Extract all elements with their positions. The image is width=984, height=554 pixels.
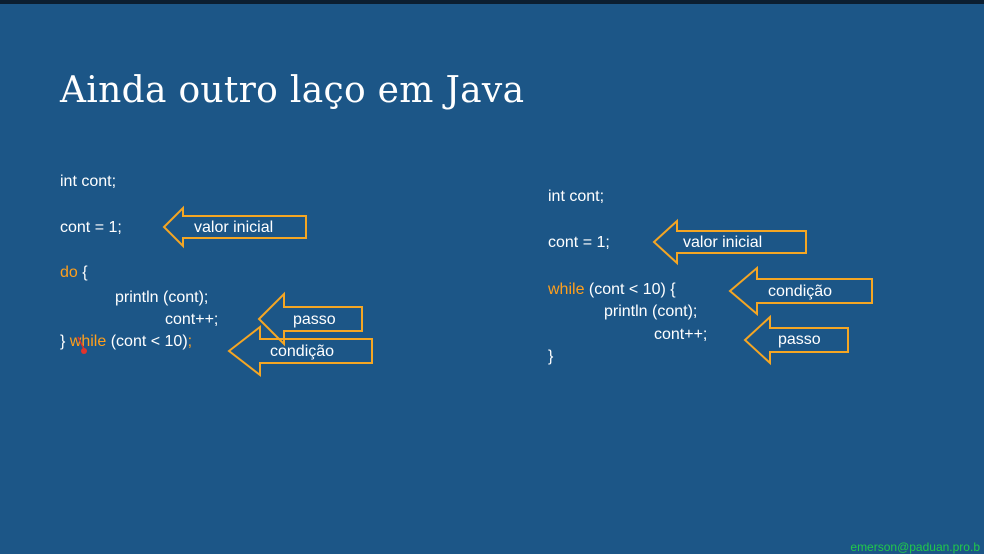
code-semicolon: ;: [187, 333, 193, 350]
slide-title: Ainda outro laço em Java: [60, 70, 525, 111]
callout-label: valor inicial: [683, 234, 763, 251]
condition-expression: (cont < 10) {: [584, 281, 676, 298]
callout-condition-right: condição: [728, 265, 874, 317]
callout-step-right: passo: [743, 314, 850, 366]
presentation-slide: Ainda outro laço em Java int cont; cont …: [0, 0, 984, 554]
callout-condition-left: condição: [227, 324, 374, 378]
keyword-while: while: [548, 281, 585, 298]
code-line-while-condition: while (cont < 10) {: [548, 281, 676, 299]
code-line-increment: cont++;: [165, 311, 219, 328]
code-line-do: do {: [60, 264, 88, 282]
code-line-println: println (cont);: [115, 289, 209, 306]
callout-label: valor inicial: [194, 219, 274, 236]
code-line-initialization: cont = 1;: [60, 219, 122, 236]
keyword-do: do: [60, 264, 78, 281]
callout-label: condição: [768, 283, 833, 300]
callout-initial-value-right: valor inicial: [652, 218, 808, 266]
code-brace-close: }: [548, 348, 554, 365]
pen-cursor-icon: [77, 336, 87, 354]
code-line-increment: cont++;: [654, 326, 708, 343]
callout-label: condição: [270, 343, 335, 360]
condition-expression: (cont < 10): [106, 333, 188, 350]
code-brace-open: {: [77, 264, 88, 281]
code-line-declaration: int cont;: [60, 173, 117, 190]
code-brace-close: }: [60, 333, 70, 350]
code-line-initialization: cont = 1;: [548, 234, 610, 251]
code-line-println: println (cont);: [604, 303, 698, 320]
callout-initial-value-left: valor inicial: [162, 205, 308, 249]
callout-label: passo: [778, 331, 821, 348]
footer-email: emerson@paduan.pro.b: [850, 540, 980, 554]
code-line-declaration: int cont;: [548, 188, 605, 205]
